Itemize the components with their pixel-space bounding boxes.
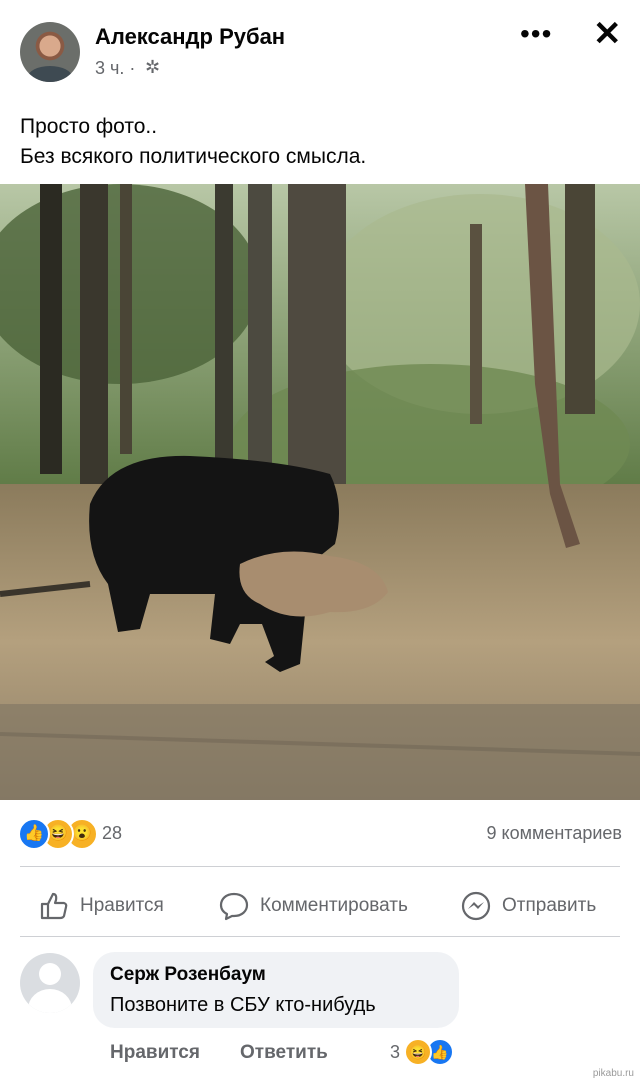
comment-like-button[interactable]: Нравится (110, 1042, 200, 1064)
watermark: pikabu.ru (592, 1068, 634, 1079)
divider (20, 936, 620, 937)
comment-button[interactable]: Комментировать (218, 890, 408, 922)
author-avatar[interactable] (20, 22, 80, 82)
author-name[interactable]: Александр Рубан (95, 24, 285, 50)
comment-item: Серж Розенбаум Позвоните в СБУ кто-нибуд… (0, 948, 640, 1083)
comment-bubble[interactable]: Серж Розенбаум Позвоните в СБУ кто-нибуд… (93, 952, 459, 1028)
more-options-button[interactable]: ••• (520, 18, 552, 50)
haha-reaction-icon: 😆 (404, 1038, 432, 1066)
comment-reactions[interactable]: 3 😆 👍 (390, 1038, 480, 1066)
comments-count[interactable]: 9 комментариев (487, 823, 623, 844)
close-button[interactable]: ✕ (593, 14, 622, 54)
comment-icon (219, 892, 249, 921)
post-actions: Нравится Комментировать Отправить (0, 880, 640, 932)
post-text: Просто фото.. Без всякого политического … (20, 112, 620, 172)
reaction-count[interactable]: 28 (102, 823, 122, 844)
post-header: Александр Рубан 3 ч. · ✲ ••• ✕ (0, 0, 640, 100)
comment-reaction-count: 3 (390, 1042, 401, 1062)
thumbs-up-icon (40, 892, 68, 920)
comment-reply-button[interactable]: Ответить (240, 1042, 328, 1064)
post-text-line: Без всякого политического смысла. (20, 145, 367, 168)
post-photo[interactable] (0, 184, 640, 800)
gear-icon: ✲ (145, 57, 161, 77)
divider (20, 866, 620, 867)
share-button[interactable]: Отправить (460, 890, 596, 922)
post-text-line: Просто фото.. (20, 115, 158, 138)
post-timestamp[interactable]: 3 ч. · (95, 58, 135, 79)
reactions-bar[interactable]: 👍 😆 😮 28 9 комментариев (18, 818, 623, 850)
commenter-avatar[interactable] (20, 953, 80, 1013)
comment-button-label: Комментировать (260, 895, 408, 916)
messenger-icon (461, 891, 491, 921)
comment-author[interactable]: Серж Розенбаум (110, 964, 266, 986)
like-button[interactable]: Нравится (38, 890, 164, 922)
share-button-label: Отправить (502, 895, 597, 916)
like-reaction-icon: 👍 (18, 818, 50, 850)
comment-text: Позвоните в СБУ кто-нибудь (110, 994, 376, 1016)
like-button-label: Нравится (80, 895, 164, 916)
